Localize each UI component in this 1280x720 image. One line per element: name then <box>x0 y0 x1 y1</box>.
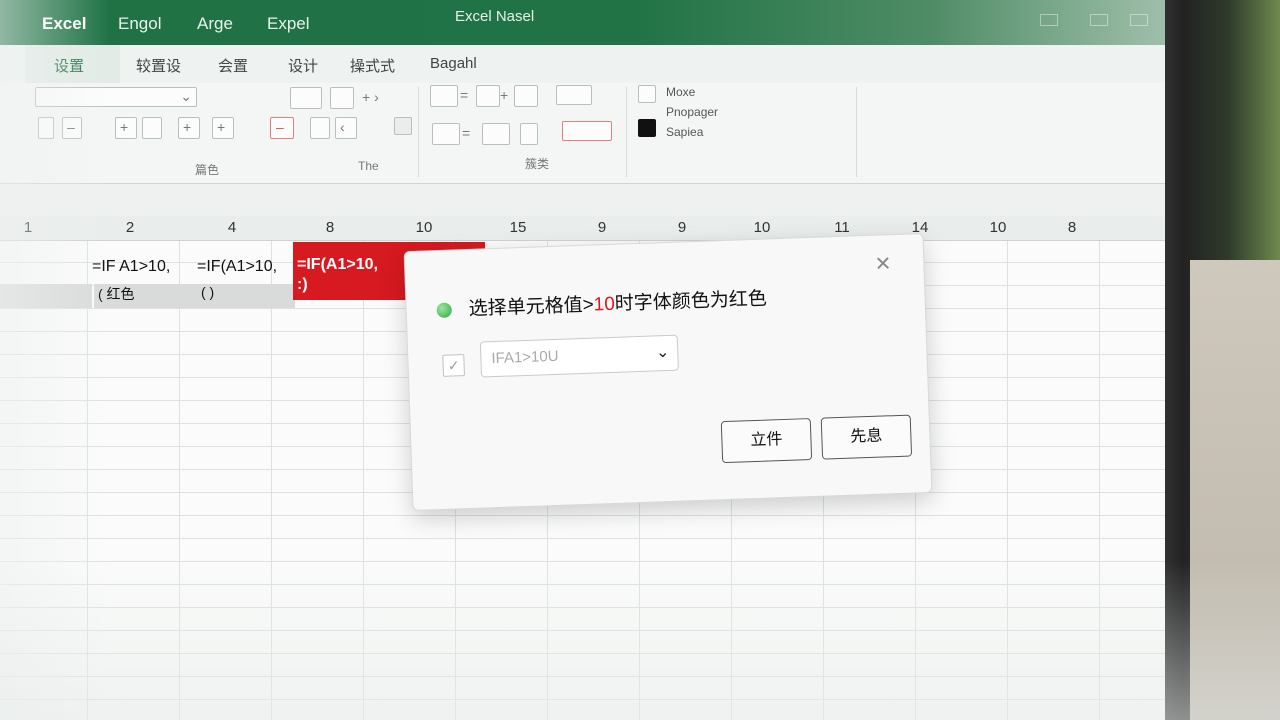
tab-meeting[interactable]: 会置 <box>218 55 248 76</box>
align-button[interactable] <box>290 87 322 109</box>
box-button-4[interactable] <box>432 123 460 145</box>
style-item[interactable]: Sapiea <box>666 125 703 139</box>
plus-button-3[interactable]: + <box>212 117 234 139</box>
dash-button[interactable] <box>142 117 162 139</box>
column-header[interactable]: 15 <box>472 219 564 236</box>
column-header[interactable]: 8 <box>1026 219 1118 236</box>
column-header[interactable]: 8 <box>284 219 376 236</box>
column-header[interactable]: 4 <box>186 219 278 236</box>
confirm-button[interactable]: 立件 <box>720 418 813 464</box>
plus-icon: + <box>120 119 129 135</box>
tab-layout[interactable]: 较置设 <box>136 55 181 76</box>
style-swatch-2[interactable] <box>638 119 656 137</box>
box-button-3[interactable] <box>514 85 538 107</box>
message-suffix: 时字体颜色为红色 <box>614 288 768 315</box>
message-highlight: 10 <box>593 293 616 316</box>
minus-icon: – <box>276 119 284 135</box>
column-header[interactable]: 10 <box>378 219 470 236</box>
box-button-1[interactable] <box>430 85 458 107</box>
tab-format[interactable]: 操式式 <box>350 55 395 76</box>
tab-design[interactable]: 设计 <box>288 55 318 76</box>
style-item[interactable]: Moxe <box>666 85 695 99</box>
cell-formula[interactable]: =IF(A1>10, <box>197 258 295 282</box>
red-minus-button[interactable]: – <box>270 117 294 139</box>
minimize-icon[interactable] <box>1040 14 1058 26</box>
small-plus-icon: + › <box>362 89 379 105</box>
plus-button[interactable]: + <box>115 117 137 139</box>
monitor-bezel <box>1150 0 1280 720</box>
plus-icon: + <box>183 119 192 135</box>
plus-icon: + <box>217 119 226 135</box>
app-tab-arge[interactable]: Arge <box>197 14 233 34</box>
column-header[interactable]: 2 <box>84 219 176 236</box>
group-label-the: The <box>358 159 379 173</box>
format-button[interactable] <box>38 117 54 139</box>
cell-label[interactable]: ( ) <box>197 284 295 308</box>
app-tab-expel[interactable]: Expel <box>267 14 310 34</box>
group-label-style: 簇类 <box>525 157 550 171</box>
image-button[interactable] <box>394 117 412 135</box>
minus-button[interactable]: – <box>62 117 82 139</box>
chart-button[interactable] <box>556 85 592 105</box>
dialog-message: 选择单元格值>10时字体颜色为红色 <box>468 284 767 321</box>
plus-icon: + <box>500 87 509 103</box>
secondary-button[interactable]: 先息 <box>820 414 913 460</box>
box-button-5[interactable] <box>482 123 510 145</box>
conditional-format-dialog: ✕ 选择单元格值>10时字体颜色为红色 ✓ IFA1>10U ⌄ 立件 先息 <box>403 233 933 511</box>
window-close-icon[interactable] <box>1130 14 1148 26</box>
column-header[interactable]: 10 <box>716 219 808 236</box>
ribbon-separator <box>856 87 857 177</box>
arrow-button[interactable]: ‹ <box>335 117 357 139</box>
dash-button-2[interactable] <box>310 117 330 139</box>
message-prefix: 选择单元格值> <box>468 294 595 320</box>
ribbon-separator <box>418 87 419 177</box>
ribbon-separator <box>626 87 627 177</box>
box-button-6[interactable] <box>520 123 538 145</box>
formula-bar[interactable] <box>0 184 1165 217</box>
chevron-down-icon: ⌄ <box>180 88 192 104</box>
style-item[interactable]: Pnopager <box>666 105 718 119</box>
font-select[interactable]: ⌄ <box>35 87 197 107</box>
maximize-icon[interactable] <box>1090 14 1108 26</box>
format-style-button[interactable] <box>562 121 612 141</box>
background-wall <box>1190 260 1280 720</box>
status-dot-icon <box>436 302 452 319</box>
cell-formula[interactable]: =IF A1>10, <box>92 258 192 282</box>
chevron-left-icon: ‹ <box>340 119 345 135</box>
minus-icon: – <box>67 119 75 135</box>
box-button-2[interactable] <box>476 85 500 107</box>
tab-extra[interactable]: Bagahl <box>430 55 477 72</box>
ribbon: ⌄ – + + + – ‹ + › 篇色 The = + = 簇类 Moxe P… <box>0 83 1165 184</box>
tab-settings[interactable]: 设置 <box>54 55 84 76</box>
chevron-down-icon: ⌄ <box>655 343 670 362</box>
style-swatch-1[interactable] <box>638 85 656 103</box>
window-title: Excel Nasel <box>455 8 535 25</box>
cell-label[interactable]: ( 红色 <box>94 284 198 308</box>
plus-button-2[interactable]: + <box>178 117 200 139</box>
equals-icon: = <box>460 87 469 103</box>
ribbon-tab-bar: 设置 较置设 会置 设计 操式式 Bagahl <box>0 45 1165 83</box>
column-header[interactable]: 9 <box>636 219 728 236</box>
equals-icon: = <box>462 125 471 141</box>
app-tab-engol[interactable]: Engol <box>118 14 161 34</box>
dropdown-value: IFA1>10U <box>491 347 559 368</box>
condition-dropdown[interactable]: IFA1>10U ⌄ <box>479 334 679 378</box>
checkbox-icon[interactable]: ✓ <box>442 354 466 377</box>
group-label-font: 篇色 <box>195 163 220 177</box>
column-header[interactable]: 1 <box>0 219 74 236</box>
cell-grey[interactable] <box>0 284 92 308</box>
title-bar: Excel Engol Arge Expel Excel Nasel <box>0 0 1165 45</box>
app-tab-excel[interactable]: Excel <box>42 14 86 34</box>
column-header[interactable]: 9 <box>556 219 648 236</box>
close-icon[interactable]: ✕ <box>874 251 892 277</box>
align-button-2[interactable] <box>330 87 354 109</box>
column-headers: 1 2 4 8 10 15 9 9 10 11 14 10 8 <box>0 216 1165 241</box>
